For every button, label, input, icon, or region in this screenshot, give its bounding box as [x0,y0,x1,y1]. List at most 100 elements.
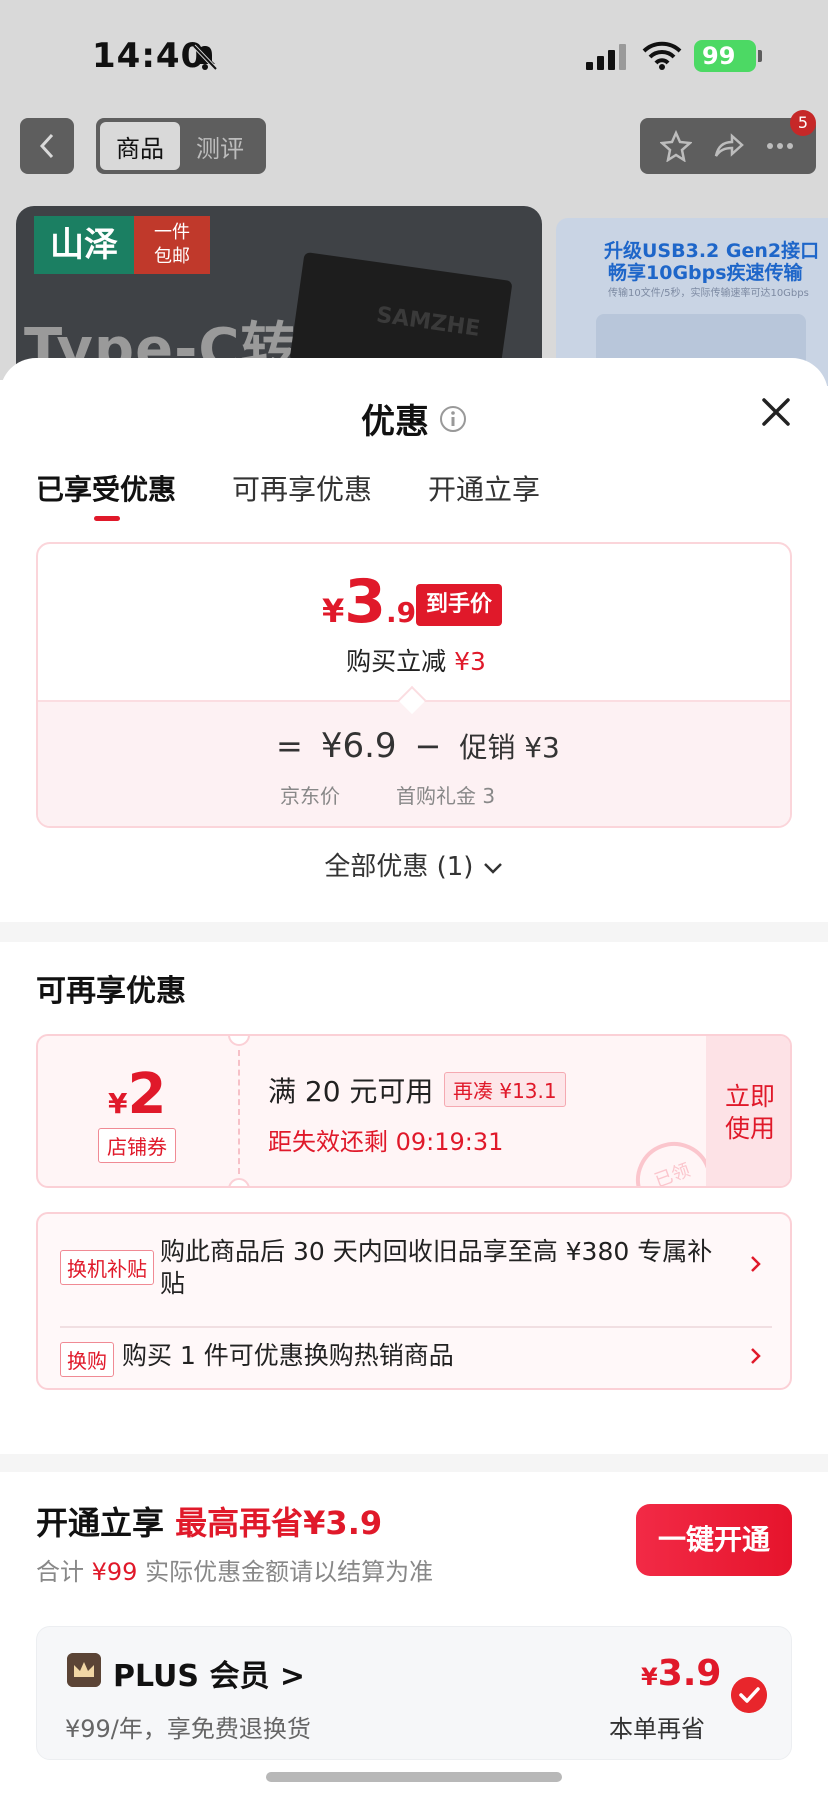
equals-sign: = [276,727,303,765]
all-offers-toggle[interactable]: 全部优惠 (1) [0,846,828,883]
status-bar: 14:40 99 [0,0,828,110]
plus-save-value: 3.9 [657,1653,722,1694]
sheet-title: 优惠 [0,394,828,443]
jd-price-label: 京东价 [280,784,340,808]
coupon-amount: ¥ 2 [108,1062,166,1127]
promo-tag: 换机补贴 [60,1250,154,1285]
tab-more-offers[interactable]: 可再享优惠 [232,468,372,528]
promo-text: 购买 1 件可优惠换购热销商品 [122,1341,454,1370]
back-icon [39,133,54,159]
promo-exchange[interactable]: 换购 购买 1 件可优惠换购热销商品 [60,1340,772,1380]
promo-label: 首购礼金 3 [396,784,496,808]
price-breakdown: = ¥6.9 − 促销 ¥3 京东价 首购礼金 3 [38,700,790,826]
plus-membership-card[interactable]: PLUS 会员 > ¥99/年，享免费退换货 ¥ 3.9 本单再省 [36,1626,792,1760]
open-section-sub: 合计 ¥99 实际优惠金额请以结算为准 [36,1552,433,1587]
jd-price: ¥6.9 [320,726,397,766]
coupon-amount-value: 2 [127,1062,167,1127]
coupon-divider [238,1050,240,1174]
use-coupon-button[interactable]: 立即 使用 [706,1036,790,1186]
minus-sign: − [414,727,442,765]
all-offers-label: 全部优惠 (1) [324,852,474,882]
plus-save-yen: ¥ [641,1663,658,1691]
plus-savings: ¥ 3.9 [641,1653,721,1694]
battery-indicator: 99 [694,40,756,72]
total-price: ¥99 [91,1558,138,1586]
section-divider [0,1454,828,1472]
brand-logo: 山泽 [34,216,134,274]
promo-list: 换机补贴 购此商品后 30 天内回收旧品享至高 ¥380 专属补贴 换购 购买 … [36,1212,792,1390]
close-icon[interactable] [756,392,796,432]
battery-nub [758,50,762,62]
banner2-small: 传输10文件/5秒，实际传输速率可达10Gbps [608,288,809,299]
promo-text: 购此商品后 30 天内回收旧品享至高 ¥380 专属补贴 [160,1237,713,1298]
check-icon[interactable] [731,1677,767,1713]
tab-open-now[interactable]: 开通立享 [428,468,540,528]
tab-product[interactable]: 商品 [100,122,180,170]
star-icon[interactable] [660,130,692,162]
section-divider [0,922,828,942]
tab-review[interactable]: 测评 [180,122,260,170]
more-offers-title: 可再享优惠 [36,974,186,1009]
info-icon[interactable] [439,405,467,433]
banner2-line2: 畅享10Gbps疾速传输 [608,262,803,284]
signal-icon [586,44,626,70]
more-icon[interactable] [764,130,796,162]
share-icon[interactable] [712,130,744,162]
notification-badge: 5 [790,110,816,136]
one-click-open-button[interactable]: 一键开通 [636,1504,792,1576]
final-price-tag: 到手价 [416,584,503,626]
final-price-yen: ¥ [322,592,345,630]
final-price-card: ¥ 3 .9 到手价 购买立减 ¥3 = ¥6.9 − 促销 ¥3 京东价 首购… [36,542,792,828]
promo-separator [60,1326,772,1328]
use-coupon-line2: 使用 [724,1114,775,1143]
coupon-type: 店铺券 [98,1128,176,1163]
bell-slash-icon [192,44,218,71]
open-title-highlight: 最高再省¥3.9 [175,1504,383,1542]
chevron-right-icon [751,1256,761,1272]
coupon-notch [228,1178,250,1186]
total-label: 合计 [36,1558,84,1586]
home-indicator [266,1772,562,1782]
promo-trade-in[interactable]: 换机补贴 购此商品后 30 天内回收旧品享至高 ¥380 专属补贴 [60,1236,772,1316]
final-price-int: 3 [344,567,387,637]
battery-level: 99 [702,42,736,70]
final-price-dec: .9 [386,596,417,629]
open-section-title: 开通立享 最高再省¥3.9 [36,1498,382,1544]
chevron-down-icon [483,863,502,874]
use-coupon-line1: 立即 [724,1082,775,1111]
active-tab-indicator [94,516,120,521]
coupon-gap-badge: 再凑 ¥13.1 [444,1072,566,1107]
brand-tag-line2: 包邮 [154,246,190,267]
store-coupon: ¥ 2 店铺券 满 20 元可用 再凑 ¥13.1 距失效还剩 09:19:31… [36,1034,792,1188]
final-price: ¥ 3 .9 [322,572,416,632]
sheet-title-text: 优惠 [361,402,429,442]
discount-sheet: 优惠 已享受优惠 可再享优惠 开通立享 ¥ 3 .9 到手价 购买立减 ¥3 = [0,358,828,1795]
promo-value: 促销 ¥3 [459,731,560,764]
coupon-timer: 距失效还剩 09:19:31 [268,1128,504,1156]
brand-tag-line1: 一件 [154,222,190,243]
free-shipping-tag: 一件 包邮 [134,216,210,274]
reduce-line: 购买立减 ¥3 [38,642,790,678]
open-title-text: 开通立享 [36,1504,165,1542]
device-label: SAMZHE [374,302,482,342]
plus-save-label: 本单再省 [609,1715,705,1743]
chevron-right-icon [751,1348,761,1364]
coupon-yen: ¥ [108,1087,128,1120]
reduce-value: ¥3 [454,647,486,676]
product-nav: 商品 测评 5 [0,110,828,178]
coupon-value: ¥ 2 店铺券 [38,1036,238,1186]
status-time: 14:40 [92,36,206,76]
total-note: 实际优惠金额请以结算为准 [145,1558,434,1586]
promo-tag: 换购 [60,1342,114,1377]
back-button[interactable] [20,118,74,174]
wifi-icon [642,41,682,70]
plus-description: ¥99/年，享免费退换货 [65,1715,311,1743]
price-top: ¥ 3 .9 到手价 购买立减 ¥3 [38,544,790,700]
coupon-condition: 满 20 元可用 [268,1075,434,1108]
crown-icon [67,1653,101,1687]
reduce-label: 购买立减 [346,647,447,676]
background-page: 14:40 99 商品 测评 5 山泽 一件 包邮 Type-C转 SAMZHE… [0,0,828,386]
product-segment: 商品 测评 [96,118,266,174]
price-formula: = ¥6.9 − 促销 ¥3 [276,726,560,766]
plus-name[interactable]: PLUS 会员 > [113,1651,305,1695]
